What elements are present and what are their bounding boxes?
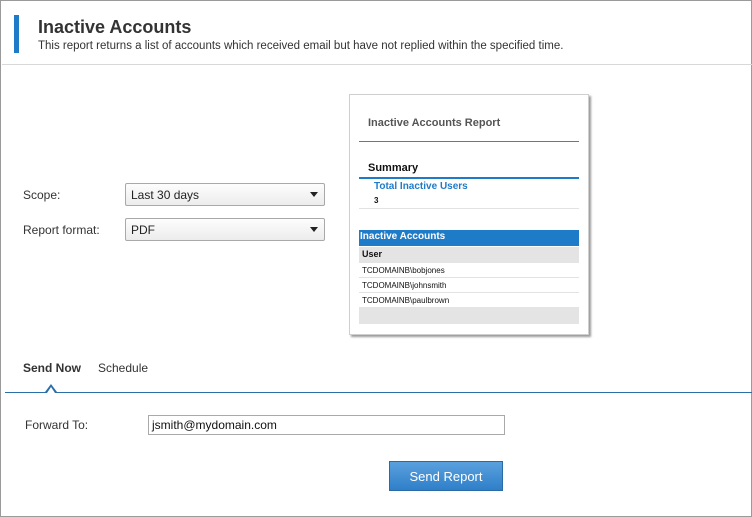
preview-total-label: Total Inactive Users — [374, 181, 468, 192]
preview-table-title: Inactive Accounts — [359, 230, 579, 246]
preview-total-divider — [359, 208, 579, 209]
active-tab-indicator-fill — [47, 387, 55, 393]
header-accent-bar — [14, 15, 19, 53]
preview-summary-divider — [359, 177, 579, 179]
forward-to-label: Forward To: — [25, 418, 89, 432]
preview-table-row: TCDOMAINB\bobjones — [359, 263, 579, 278]
tab-send-now[interactable]: Send Now — [23, 361, 81, 375]
header-divider — [2, 64, 752, 65]
preview-total-value: 3 — [374, 196, 379, 205]
report-format-select-value: PDF — [131, 223, 155, 237]
preview-column-header: User — [359, 247, 579, 263]
report-format-label: Report format: — [23, 223, 100, 237]
forward-to-input[interactable]: jsmith@mydomain.com — [148, 415, 505, 435]
report-preview: Inactive Accounts Report Summary Total I… — [349, 94, 589, 335]
tab-schedule[interactable]: Schedule — [98, 361, 148, 375]
tabs-divider — [5, 392, 752, 393]
scope-select[interactable]: Last 30 days — [125, 183, 325, 206]
report-panel: Inactive Accounts This report returns a … — [0, 0, 752, 517]
scope-select-value: Last 30 days — [131, 188, 200, 202]
preview-divider — [359, 141, 579, 142]
send-report-button[interactable]: Send Report — [389, 461, 503, 491]
page-title: Inactive Accounts — [38, 17, 192, 37]
scope-label: Scope: — [23, 188, 61, 202]
preview-summary-heading: Summary — [368, 162, 419, 174]
preview-table-row: TCDOMAINB\paulbrown — [359, 293, 579, 308]
preview-title: Inactive Accounts Report — [368, 117, 501, 129]
chevron-down-icon — [310, 227, 318, 232]
preview-table-footer — [359, 307, 579, 324]
report-format-select[interactable]: PDF — [125, 218, 325, 241]
preview-table-row: TCDOMAINB\johnsmith — [359, 278, 579, 293]
page-subtitle: This report returns a list of accounts w… — [38, 40, 564, 52]
chevron-down-icon — [310, 192, 318, 197]
